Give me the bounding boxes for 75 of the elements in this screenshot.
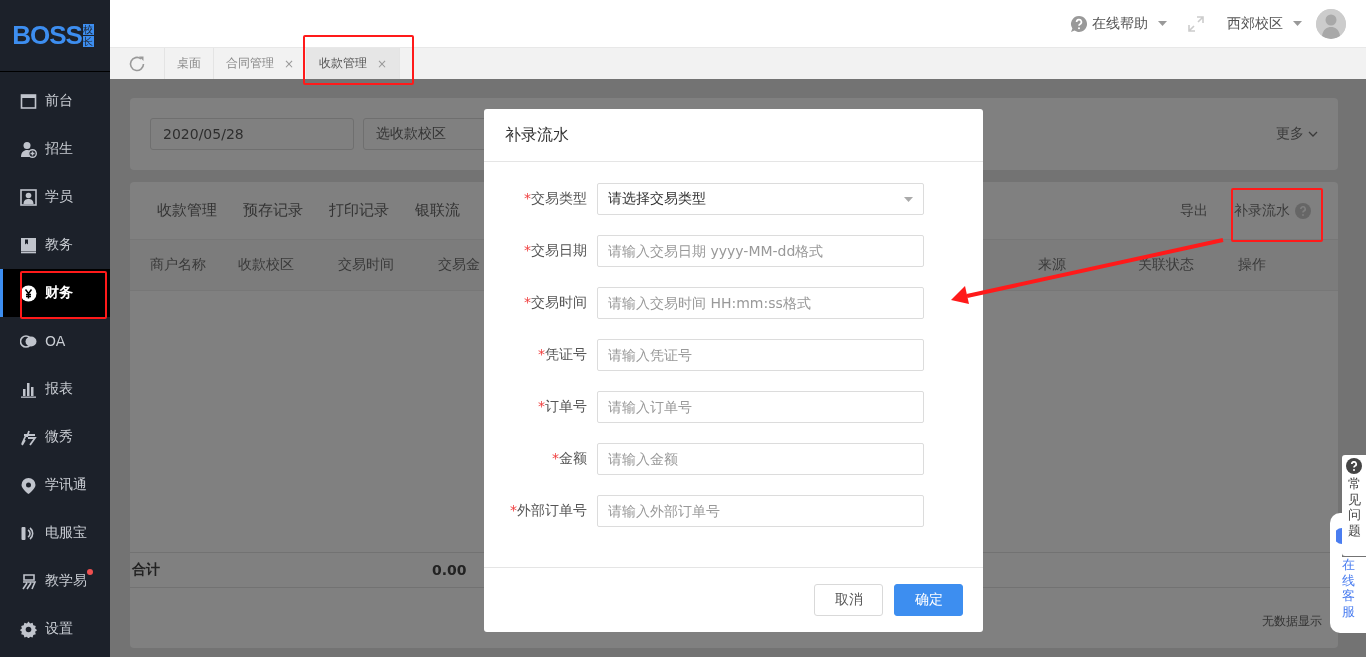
select-field[interactable]: 请选择交易类型: [597, 183, 924, 215]
input-field[interactable]: 请输入金额: [597, 443, 924, 475]
help-icon: [1346, 458, 1362, 474]
logo-badge: 长: [82, 36, 94, 47]
column-header: 交易金: [438, 256, 481, 274]
caret-icon[interactable]: [1158, 21, 1167, 26]
nav-item[interactable]: 学员: [0, 173, 110, 221]
input-field[interactable]: 请输入订单号: [597, 391, 924, 423]
yen-coin-icon: [20, 284, 37, 302]
calendar-icon: [20, 92, 37, 110]
nav-item[interactable]: 报表: [0, 365, 110, 413]
field-label: *交易时间: [523, 294, 588, 312]
help-icon[interactable]: [1070, 14, 1088, 33]
required-mark: *: [538, 398, 545, 414]
required-mark: *: [524, 294, 531, 310]
online-service-tab[interactable]: 在线客服: [1330, 557, 1366, 633]
fullscreen-icon[interactable]: [1187, 14, 1205, 33]
input-field[interactable]: 请输入外部订单号: [597, 495, 924, 527]
refresh-icon[interactable]: [128, 54, 146, 73]
required-mark: *: [538, 346, 545, 362]
chevron-down-icon: [1308, 131, 1318, 137]
nav-item[interactable]: 电服宝: [0, 509, 110, 557]
help-icon[interactable]: [1295, 202, 1311, 219]
caret-icon[interactable]: [1293, 21, 1302, 26]
caret-icon: [904, 196, 913, 202]
field-label: *凭证号: [537, 346, 588, 364]
person-add-icon: [20, 140, 37, 158]
field-label: *订单号: [537, 398, 588, 416]
input-field[interactable]: 请输入交易时间 HH:mm:ss格式: [597, 287, 924, 319]
faq-label: 常见问题: [1347, 476, 1361, 539]
field-label: *金额: [551, 450, 588, 468]
input-field[interactable]: 请输入交易日期 yyyy-MM-dd格式: [597, 235, 924, 267]
nav-item[interactable]: 教务: [0, 221, 110, 269]
cancel-button[interactable]: 取消: [814, 584, 883, 616]
profile-card-icon: [20, 188, 37, 206]
dialog-title: 补录流水: [505, 124, 569, 146]
service-label: 在线客服: [1342, 557, 1355, 620]
total-label: 合计: [131, 561, 161, 579]
nav-item[interactable]: 学讯通: [0, 461, 110, 509]
book-icon: [20, 236, 37, 254]
column-header: 关联状态: [1138, 256, 1195, 274]
bar-chart-icon: [20, 380, 37, 398]
required-mark: *: [552, 450, 559, 466]
logo: BOSS: [12, 20, 82, 51]
nav-item[interactable]: OA: [0, 317, 110, 365]
campus-selector[interactable]: 西郊校区: [1227, 14, 1283, 33]
field-label: *外部订单号: [509, 502, 588, 520]
help-link[interactable]: 在线帮助: [1092, 14, 1148, 33]
date-field[interactable]: 2020/05/28: [150, 118, 354, 150]
location-pin-icon: [20, 476, 37, 494]
column-header: 来源: [1038, 256, 1067, 274]
nav-item[interactable]: 招生: [0, 125, 110, 173]
required-mark: *: [524, 190, 531, 206]
column-header: 商户名称: [150, 256, 207, 274]
avatar[interactable]: [1316, 8, 1346, 39]
chat-bubbles-icon: [20, 332, 37, 350]
faq-tab[interactable]: 常见问题: [1342, 455, 1366, 556]
required-mark: *: [510, 502, 517, 518]
nav-item[interactable]: 财务: [0, 269, 110, 317]
column-header: 操作: [1238, 256, 1267, 274]
column-header: 收款校区: [238, 256, 295, 274]
total-amount: 0.00: [432, 562, 467, 578]
required-mark: *: [524, 242, 531, 258]
nav-item[interactable]: 前台: [0, 77, 110, 125]
nav-item[interactable]: 微秀: [0, 413, 110, 461]
nav-item[interactable]: 设置: [0, 605, 110, 653]
tab[interactable]: 收款管理 ×: [307, 48, 401, 79]
empty-message: 无数据显示: [1262, 613, 1322, 630]
column-header: 交易时间: [338, 256, 395, 274]
settings-icon: [20, 620, 37, 638]
field-label: *交易日期: [523, 242, 588, 260]
nav-item[interactable]: 教学易: [0, 557, 110, 605]
logo-badge: 校: [82, 24, 94, 35]
field-label: *交易类型: [523, 190, 588, 208]
input-field[interactable]: 请输入凭证号: [597, 339, 924, 371]
